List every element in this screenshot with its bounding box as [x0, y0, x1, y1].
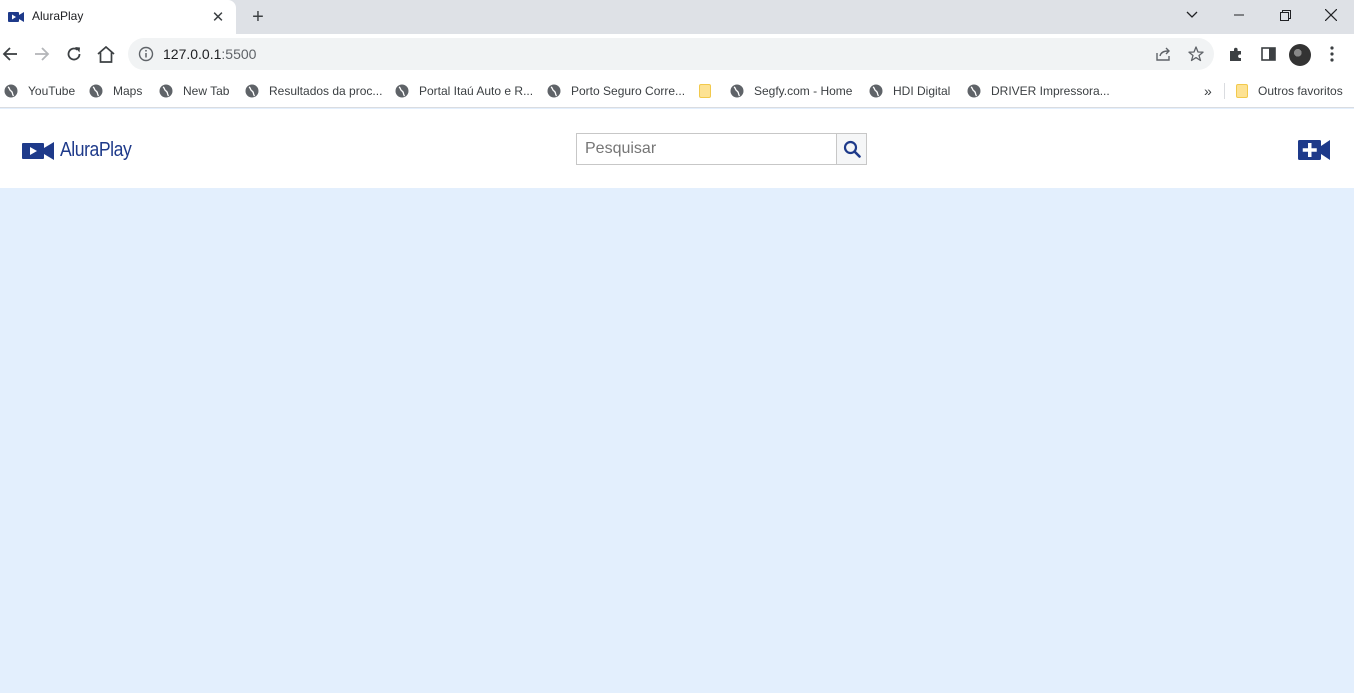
tab-title: AluraPlay	[32, 9, 84, 23]
site-header: AluraPlay	[0, 109, 1354, 188]
folder-icon	[1236, 84, 1248, 98]
tab-search-button[interactable]	[1169, 0, 1215, 30]
add-video-button[interactable]	[1298, 139, 1330, 161]
restore-button[interactable]	[1262, 0, 1308, 30]
bookmark-item[interactable]: HDI Digital	[869, 82, 950, 100]
play-camera-icon	[22, 141, 54, 160]
search-input[interactable]	[576, 133, 836, 165]
puzzle-icon	[1230, 47, 1241, 61]
bookmark-label: Porto Seguro Corre...	[571, 84, 686, 98]
other-bookmarks-folder[interactable]: Outros favoritos	[1236, 82, 1343, 100]
close-icon	[1325, 9, 1337, 21]
bookmark-item[interactable]: YouTube	[4, 82, 75, 100]
bookmark-item[interactable]: Resultados da proc...	[245, 82, 382, 100]
overflow-chevron-icon: »	[1204, 83, 1212, 99]
globe-icon	[547, 84, 561, 98]
search-icon	[843, 140, 861, 158]
bookmark-folder[interactable]	[699, 82, 711, 100]
search-form	[576, 133, 867, 165]
browser-tabstrip: AluraPlay ✕ +	[0, 0, 1354, 34]
arrow-right-icon	[35, 47, 50, 61]
bookmark-item[interactable]: Maps	[89, 82, 142, 100]
address-bar[interactable]: 127.0.0.1:5500	[128, 38, 1214, 70]
bookmark-item[interactable]: Porto Seguro Corre...	[547, 82, 685, 100]
forward-button[interactable]	[30, 42, 54, 66]
info-icon[interactable]	[138, 46, 154, 62]
back-button[interactable]	[0, 42, 22, 66]
folder-icon	[699, 84, 711, 98]
reload-icon	[67, 47, 81, 61]
url-host: 127.0.0.1	[163, 46, 222, 62]
globe-icon	[245, 84, 259, 98]
minimize-icon	[1234, 14, 1244, 16]
share-icon	[1156, 47, 1170, 61]
new-tab-button[interactable]: +	[247, 6, 269, 28]
globe-icon	[730, 84, 744, 98]
share-button[interactable]	[1152, 42, 1176, 66]
globe-icon	[4, 84, 18, 98]
video-camera-icon	[8, 12, 24, 22]
browser-toolbar: 127.0.0.1:5500	[0, 34, 1354, 74]
chevron-down-icon	[1186, 11, 1198, 18]
add-video-icon	[1298, 140, 1330, 160]
home-button[interactable]	[94, 42, 118, 66]
bookmark-item[interactable]: New Tab	[159, 82, 229, 100]
close-tab-icon[interactable]: ✕	[208, 7, 228, 27]
divider	[1224, 83, 1225, 99]
bookmark-label: DRIVER Impressora...	[991, 84, 1110, 98]
logo-text: AluraPlay	[60, 139, 132, 161]
bookmark-item[interactable]: DRIVER Impressora...	[967, 82, 1110, 100]
bookmarks-overflow-button[interactable]: »	[1204, 82, 1212, 100]
more-vertical-icon	[1330, 46, 1334, 62]
bookmark-label: Portal Itaú Auto e R...	[419, 84, 534, 98]
profile-avatar[interactable]	[1289, 44, 1311, 66]
bookmark-item[interactable]: Segfy.com - Home	[730, 82, 852, 100]
side-panel-icon	[1260, 47, 1276, 61]
main-content	[0, 188, 1354, 693]
globe-icon	[89, 84, 103, 98]
globe-icon	[869, 84, 883, 98]
bookmark-label: HDI Digital	[893, 84, 951, 98]
bookmark-label: New Tab	[183, 84, 230, 98]
extensions-button[interactable]	[1224, 42, 1248, 66]
url-port: :5500	[221, 46, 257, 62]
bookmark-label: Resultados da proc...	[269, 84, 383, 98]
home-icon	[97, 45, 115, 63]
search-button[interactable]	[836, 133, 867, 165]
bookmark-label: Outros favoritos	[1258, 84, 1343, 98]
close-window-button[interactable]	[1308, 0, 1354, 30]
globe-icon	[395, 84, 409, 98]
bookmarks-bar: YouTube Maps New Tab Resultados da proc.…	[0, 74, 1354, 108]
url-text[interactable]: 127.0.0.1:5500	[163, 46, 256, 62]
bookmark-label: YouTube	[28, 84, 76, 98]
menu-button[interactable]	[1320, 42, 1344, 66]
bookmark-label: Maps	[113, 84, 143, 98]
reload-button[interactable]	[62, 42, 86, 66]
side-panel-button[interactable]	[1256, 42, 1280, 66]
arrow-left-icon	[2, 47, 17, 61]
minimize-button[interactable]	[1216, 0, 1262, 30]
star-icon	[1188, 46, 1204, 62]
bookmark-label: Segfy.com - Home	[754, 84, 853, 98]
site-logo[interactable]: AluraPlay	[22, 139, 141, 162]
globe-icon	[159, 84, 173, 98]
browser-tab[interactable]: AluraPlay ✕	[0, 0, 236, 34]
bookmark-star-button[interactable]	[1184, 42, 1208, 66]
globe-icon	[967, 84, 981, 98]
bookmark-item[interactable]: Portal Itaú Auto e R...	[395, 82, 533, 100]
restore-icon	[1279, 9, 1291, 21]
